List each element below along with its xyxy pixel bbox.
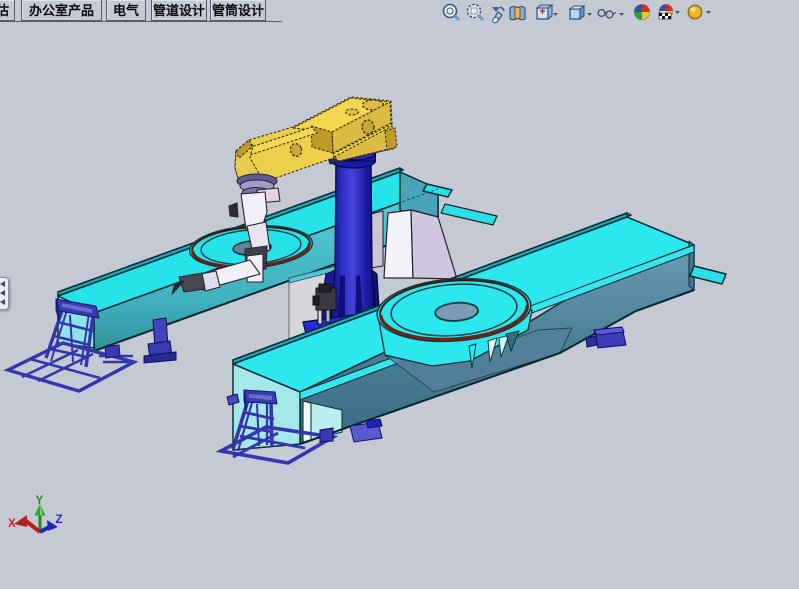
svg-text:Z: Z <box>56 514 63 526</box>
svg-text:X: X <box>8 518 16 530</box>
svg-text:Y: Y <box>36 495 44 507</box>
